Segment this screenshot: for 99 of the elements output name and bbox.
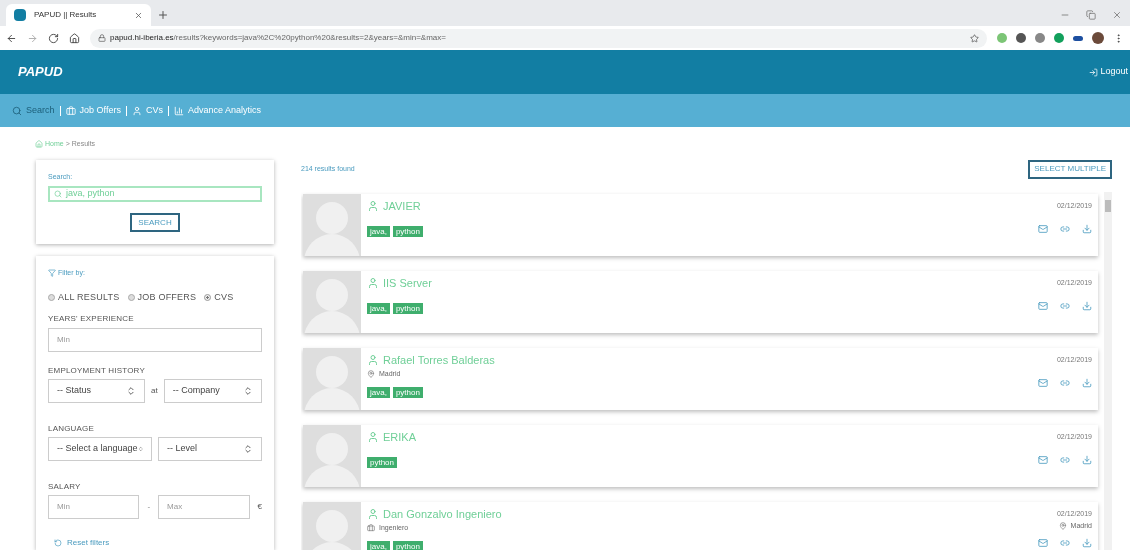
briefcase-icon bbox=[65, 105, 76, 116]
search-button[interactable]: SEARCH bbox=[130, 213, 180, 232]
nav-link[interactable]: Advance Analytics bbox=[173, 103, 261, 118]
link-icon[interactable] bbox=[1060, 301, 1070, 311]
salary-min-field[interactable]: Min bbox=[48, 495, 140, 519]
logout-icon bbox=[1089, 67, 1099, 77]
level-select[interactable]: -- Level bbox=[158, 437, 262, 461]
company-select[interactable]: -- Company bbox=[163, 379, 262, 403]
skill-tag: python bbox=[392, 386, 423, 398]
download-icon[interactable] bbox=[1082, 378, 1092, 388]
skill-tag: python bbox=[392, 303, 423, 314]
skill-tag: java, bbox=[367, 386, 390, 398]
select-arrows-icon bbox=[126, 386, 136, 396]
candidate-name[interactable]: Dan Gonzalvo Ingeniero bbox=[383, 505, 502, 522]
user-icon bbox=[131, 105, 142, 116]
select-arrows-icon bbox=[137, 444, 143, 454]
avatar-placeholder bbox=[303, 424, 361, 487]
field-label: SALARY bbox=[48, 481, 82, 493]
download-icon[interactable] bbox=[1082, 301, 1092, 311]
field-label: EMPLOYMENT HISTORY bbox=[48, 365, 146, 377]
avatar-placeholder bbox=[303, 193, 361, 256]
user-icon bbox=[367, 353, 379, 366]
at-label: at bbox=[151, 385, 158, 397]
site-favicon bbox=[14, 9, 26, 21]
bookmark-star-icon[interactable] bbox=[970, 33, 979, 43]
link-icon[interactable] bbox=[1060, 378, 1070, 388]
home-icon[interactable] bbox=[69, 32, 80, 44]
scope-radio[interactable]: JOB OFFERS bbox=[127, 290, 197, 304]
reset-icon bbox=[54, 539, 62, 547]
years-field[interactable]: Min bbox=[48, 328, 262, 352]
search-icon bbox=[12, 105, 22, 116]
mail-icon[interactable] bbox=[1038, 301, 1048, 311]
user-icon bbox=[367, 199, 379, 212]
field-label: YEARS' EXPERIENCE bbox=[48, 313, 135, 325]
download-icon[interactable] bbox=[1082, 537, 1092, 548]
scope-radio[interactable]: ALL RESULTS bbox=[48, 290, 120, 304]
candidate-name[interactable]: Rafael Torres Balderas bbox=[383, 351, 495, 368]
status-select[interactable]: -- Status bbox=[48, 379, 145, 403]
scrollbar[interactable] bbox=[1104, 191, 1112, 550]
search-field[interactable]: java, python bbox=[48, 186, 262, 202]
select-multiple-button[interactable]: SELECT MULTIPLE bbox=[1028, 159, 1112, 179]
language-select[interactable]: -- Select a language bbox=[48, 437, 152, 461]
user-icon bbox=[367, 507, 379, 520]
nav-link[interactable]: Search bbox=[12, 103, 55, 118]
link-icon[interactable] bbox=[1060, 224, 1070, 234]
link-icon[interactable] bbox=[1060, 455, 1070, 465]
download-icon[interactable] bbox=[1082, 455, 1092, 465]
close-window-icon[interactable] bbox=[1112, 10, 1122, 20]
mail-icon[interactable] bbox=[1038, 455, 1048, 465]
avatar-placeholder bbox=[303, 501, 361, 550]
restore-icon[interactable] bbox=[1086, 10, 1096, 20]
skill-tag: python bbox=[392, 226, 423, 237]
field-label: LANGUAGE bbox=[48, 423, 96, 435]
download-icon[interactable] bbox=[1082, 224, 1092, 234]
salary-max-field[interactable]: Max bbox=[158, 495, 250, 519]
candidate-name[interactable]: ERIKA bbox=[383, 428, 416, 445]
search-icon bbox=[54, 190, 62, 198]
nav-link[interactable]: CVs bbox=[131, 103, 163, 118]
tab-title: PAPUD || Results bbox=[34, 9, 98, 21]
browser-tab[interactable]: PAPUD || Results bbox=[6, 4, 151, 26]
home-icon bbox=[35, 140, 43, 149]
link-icon[interactable] bbox=[1060, 537, 1070, 548]
logout-link[interactable]: Logout bbox=[1089, 65, 1128, 79]
reload-icon[interactable] bbox=[48, 32, 59, 44]
candidate-name[interactable]: JAVIER bbox=[383, 197, 421, 214]
back-icon[interactable] bbox=[6, 32, 17, 44]
range-dash: - bbox=[147, 501, 151, 513]
address-bar[interactable]: papud.hi-iberia.es/results?keywords=java%2C%20python%20&results=2&years=&min=&max= bbox=[90, 28, 987, 48]
profile-avatar[interactable] bbox=[1092, 32, 1104, 44]
select-arrows-icon bbox=[243, 444, 253, 454]
avatar-placeholder bbox=[303, 347, 361, 410]
url-text: papud.hi-iberia.es/results?keywords=java%2C%20python%20&results=2&years=&min=&max= bbox=[110, 32, 446, 44]
close-tab-icon[interactable] bbox=[134, 10, 143, 20]
skill-tag: java, bbox=[367, 226, 390, 237]
user-icon bbox=[367, 276, 379, 289]
candidate-name[interactable]: IIS Server bbox=[383, 274, 432, 291]
bar-chart-icon bbox=[173, 105, 184, 116]
briefcase-icon bbox=[367, 524, 375, 533]
mail-icon[interactable] bbox=[1038, 537, 1048, 548]
user-icon bbox=[367, 430, 379, 443]
site-logo[interactable]: PAPUD bbox=[18, 62, 63, 82]
nav-link[interactable]: Job Offers bbox=[65, 103, 121, 118]
mail-icon[interactable] bbox=[1038, 224, 1048, 234]
skill-tag: python bbox=[392, 540, 423, 550]
location-pin-icon bbox=[1058, 522, 1067, 531]
scope-radio[interactable]: CVS bbox=[204, 290, 234, 304]
reset-filters-link[interactable]: Reset filters bbox=[54, 537, 262, 549]
skill-tag: java, bbox=[367, 303, 390, 314]
select-arrows-icon bbox=[243, 386, 253, 396]
new-tab-icon[interactable] bbox=[157, 9, 169, 21]
lock-icon bbox=[98, 34, 106, 42]
filter-icon bbox=[48, 269, 56, 278]
skill-tag: python bbox=[367, 457, 398, 468]
forward-icon[interactable] bbox=[27, 32, 38, 44]
mail-icon[interactable] bbox=[1038, 378, 1048, 388]
avatar-placeholder bbox=[303, 270, 361, 333]
skill-tag: java, bbox=[367, 540, 390, 550]
currency-symbol: € bbox=[257, 501, 262, 513]
location-pin-icon bbox=[367, 370, 375, 379]
